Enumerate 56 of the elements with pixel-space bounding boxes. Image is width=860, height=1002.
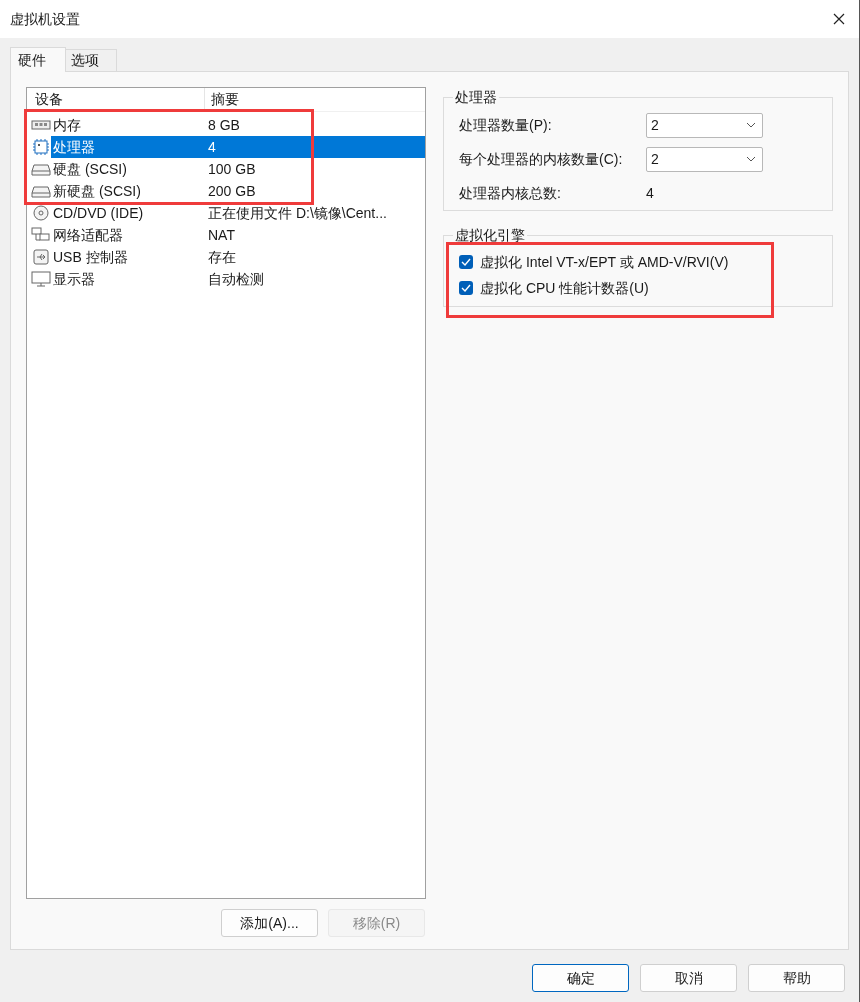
list-row[interactable]: USB 控制器 存在 <box>51 246 425 268</box>
value-text: 4 <box>646 183 654 203</box>
dialog-button[interactable]: 帮助 <box>748 964 845 992</box>
field-label: 处理器内核总数: <box>459 183 562 203</box>
list-row[interactable]: 网络适配器 NAT <box>51 224 425 246</box>
checkbox-label: 虚拟化 Intel VT-x/EPT 或 AMD-V/RVI(V) <box>480 252 729 272</box>
tab[interactable]: 选项 <box>66 49 117 71</box>
checkbox-label: 虚拟化 CPU 性能计数器(U) <box>480 278 649 298</box>
hard-drive-icon <box>31 161 51 177</box>
network-monitors-icon <box>31 227 51 243</box>
device-name: CD/DVD (IDE) <box>52 203 145 223</box>
list-row[interactable]: CD/DVD (IDE) 正在使用文件 D:\镜像\Cent... <box>51 202 425 224</box>
group-title: 虚拟化引擎 <box>454 226 526 245</box>
device-name: 显示器 <box>52 269 96 289</box>
tab[interactable]: 硬件 <box>10 47 66 72</box>
device-summary: 8 GB <box>208 115 240 135</box>
disc-icon <box>31 205 51 221</box>
dropdown[interactable]: 2 <box>646 112 763 138</box>
field-label: 每个处理器的内核数量(C): <box>459 149 624 169</box>
checkbox[interactable] <box>459 255 473 269</box>
chip-icon <box>31 139 51 155</box>
device-name: 处理器 <box>52 137 96 157</box>
device-summary: 正在使用文件 D:\镜像\Cent... <box>208 203 387 223</box>
window-title: 虚拟机设置 <box>10 9 80 29</box>
device-summary: 100 GB <box>208 159 256 179</box>
list-row[interactable]: 硬盘 (SCSI) 100 GB <box>51 158 425 180</box>
usb-icon <box>31 249 51 265</box>
device-summary: 200 GB <box>208 181 256 201</box>
column-header[interactable]: 设备 <box>27 88 205 111</box>
device-name: USB 控制器 <box>52 247 129 267</box>
dropdown[interactable]: 2 <box>646 146 763 172</box>
device-summary: NAT <box>208 225 235 245</box>
checkbox[interactable] <box>459 281 473 295</box>
close-icon[interactable] <box>833 13 845 25</box>
list-row[interactable]: 显示器 自动检测 <box>51 268 425 290</box>
memory-module-icon <box>31 117 51 133</box>
monitor-icon <box>31 271 51 287</box>
group-title: 处理器 <box>454 88 498 107</box>
list-row[interactable]: 处理器 4 <box>51 136 425 158</box>
chevron-down-icon <box>746 122 756 128</box>
device-summary: 自动检测 <box>208 269 264 289</box>
hard-drive-icon <box>31 183 51 199</box>
field-label: 处理器数量(P): <box>459 115 553 135</box>
device-summary: 存在 <box>208 247 236 267</box>
dialog-button[interactable]: 确定 <box>532 964 629 992</box>
device-name: 内存 <box>52 115 82 135</box>
column-header[interactable]: 摘要 <box>205 89 239 110</box>
list-row[interactable]: 新硬盘 (SCSI) 200 GB <box>51 180 425 202</box>
list-action-button[interactable]: 添加(A)... <box>221 909 318 937</box>
device-name: 硬盘 (SCSI) <box>52 159 128 179</box>
device-name: 新硬盘 (SCSI) <box>52 181 142 201</box>
list-row[interactable]: 内存 8 GB <box>51 114 425 136</box>
device-name: 网络适配器 <box>52 225 124 245</box>
dialog-button[interactable]: 取消 <box>640 964 737 992</box>
device-summary: 4 <box>208 137 216 157</box>
chevron-down-icon <box>746 156 756 162</box>
